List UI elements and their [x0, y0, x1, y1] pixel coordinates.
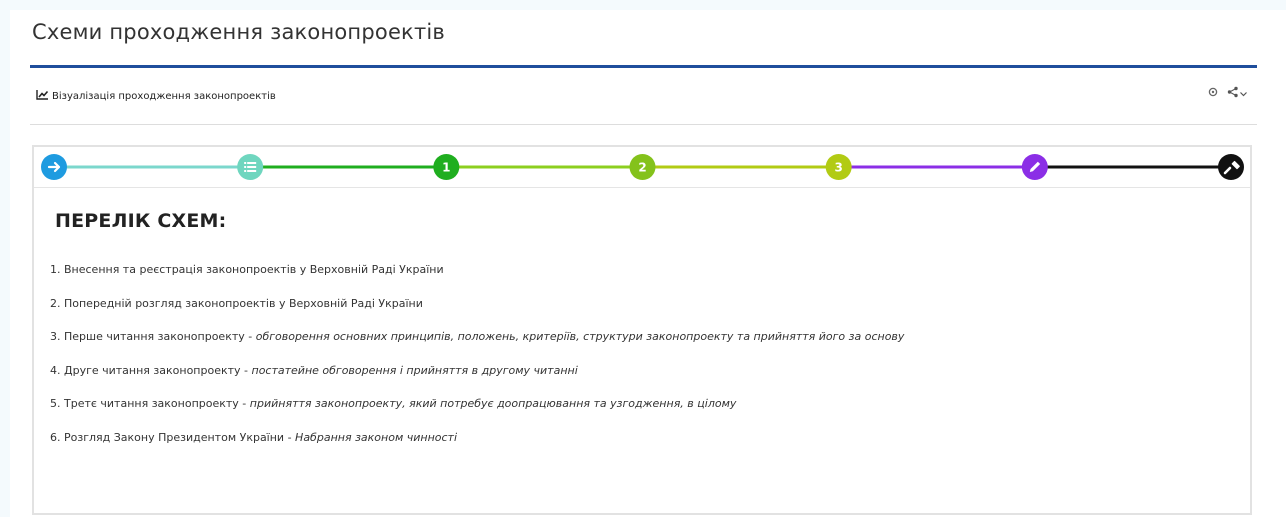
- steps-divider: [34, 187, 1250, 188]
- widget-actions: [1207, 86, 1247, 101]
- widget-title-label: Візуалізація проходження законопроектів: [52, 90, 276, 102]
- scheme-item: 2. Попередній розгляд законопроектів у В…: [50, 297, 904, 331]
- step-pencil[interactable]: [1021, 154, 1048, 180]
- scheme-item-text: 4. Друге читання законопроекту -: [50, 363, 252, 377]
- step-circle: [1218, 154, 1244, 180]
- share-icon: [1227, 86, 1239, 101]
- step-2[interactable]: 2: [629, 154, 656, 180]
- scheme-item: 4. Друге читання законопроекту - постате…: [50, 364, 904, 398]
- scheme-item-text: 3. Перше читання законопроекту -: [50, 330, 256, 343]
- step-number-label: 1: [442, 161, 450, 175]
- share-menu-button[interactable]: [1227, 86, 1247, 101]
- step-arrow-right[interactable]: [41, 154, 67, 180]
- title-divider: [30, 65, 1257, 68]
- scheme-item: 3. Перше читання законопроекту - обговор…: [50, 330, 904, 364]
- scheme-item-text: 5. Третє читання законопроекту -: [50, 397, 250, 410]
- main-panel: Схеми проходження законопроектів Візуалі…: [10, 10, 1286, 517]
- scheme-item-text: 6. Розгляд Закону Президентом України -: [50, 430, 296, 444]
- scheme-list: 1. Внесення та реєстрація законопроектів…: [50, 263, 904, 464]
- line-chart-icon: [36, 89, 49, 103]
- scheme-item-description: прийняття законопроекту, який потребує д…: [249, 397, 737, 410]
- scheme-item: 6. Розгляд Закону Президентом України - …: [50, 431, 904, 465]
- step-gavel[interactable]: [1218, 154, 1244, 180]
- widget-header: Візуалізація проходження законопроектів: [30, 86, 1257, 116]
- step-1[interactable]: 1: [433, 154, 460, 180]
- step-list[interactable]: [237, 154, 264, 180]
- scheme-item: 5. Третє читання законопроекту - прийнят…: [50, 397, 904, 431]
- scheme-item-description: обговорення основних принципів, положень…: [255, 330, 905, 343]
- settings-icon[interactable]: [1207, 86, 1219, 101]
- steps-timeline: 1 2 3: [41, 154, 1244, 180]
- scheme-item-text: 2. Попередній розгляд законопроектів у В…: [50, 296, 423, 310]
- scheme-item-description: постатейне обговорення і прийняття в дру…: [251, 363, 578, 377]
- scheme-list-heading: ПЕРЕЛІК СХЕМ:: [55, 210, 227, 232]
- scheme-item-description: Набрання законом чинності: [295, 430, 458, 444]
- step-number-label: 2: [638, 161, 646, 175]
- step-3[interactable]: 3: [825, 154, 852, 180]
- page-title: Схеми проходження законопроектів: [32, 20, 445, 44]
- widget-title: Візуалізація проходження законопроектів: [36, 89, 276, 103]
- widget-divider: [30, 124, 1257, 125]
- caret-down-icon: [1240, 87, 1247, 100]
- scheme-item-text: 1. Внесення та реєстрація законопроектів…: [50, 263, 444, 276]
- scheme-item: 1. Внесення та реєстрація законопроектів…: [50, 263, 904, 297]
- list-icon: [244, 162, 257, 172]
- step-number-label: 3: [834, 161, 842, 175]
- scheme-visualization: 1 2 3 ПЕРЕЛІК СХЕМ: 1. Внесення та реєстра…: [32, 145, 1252, 515]
